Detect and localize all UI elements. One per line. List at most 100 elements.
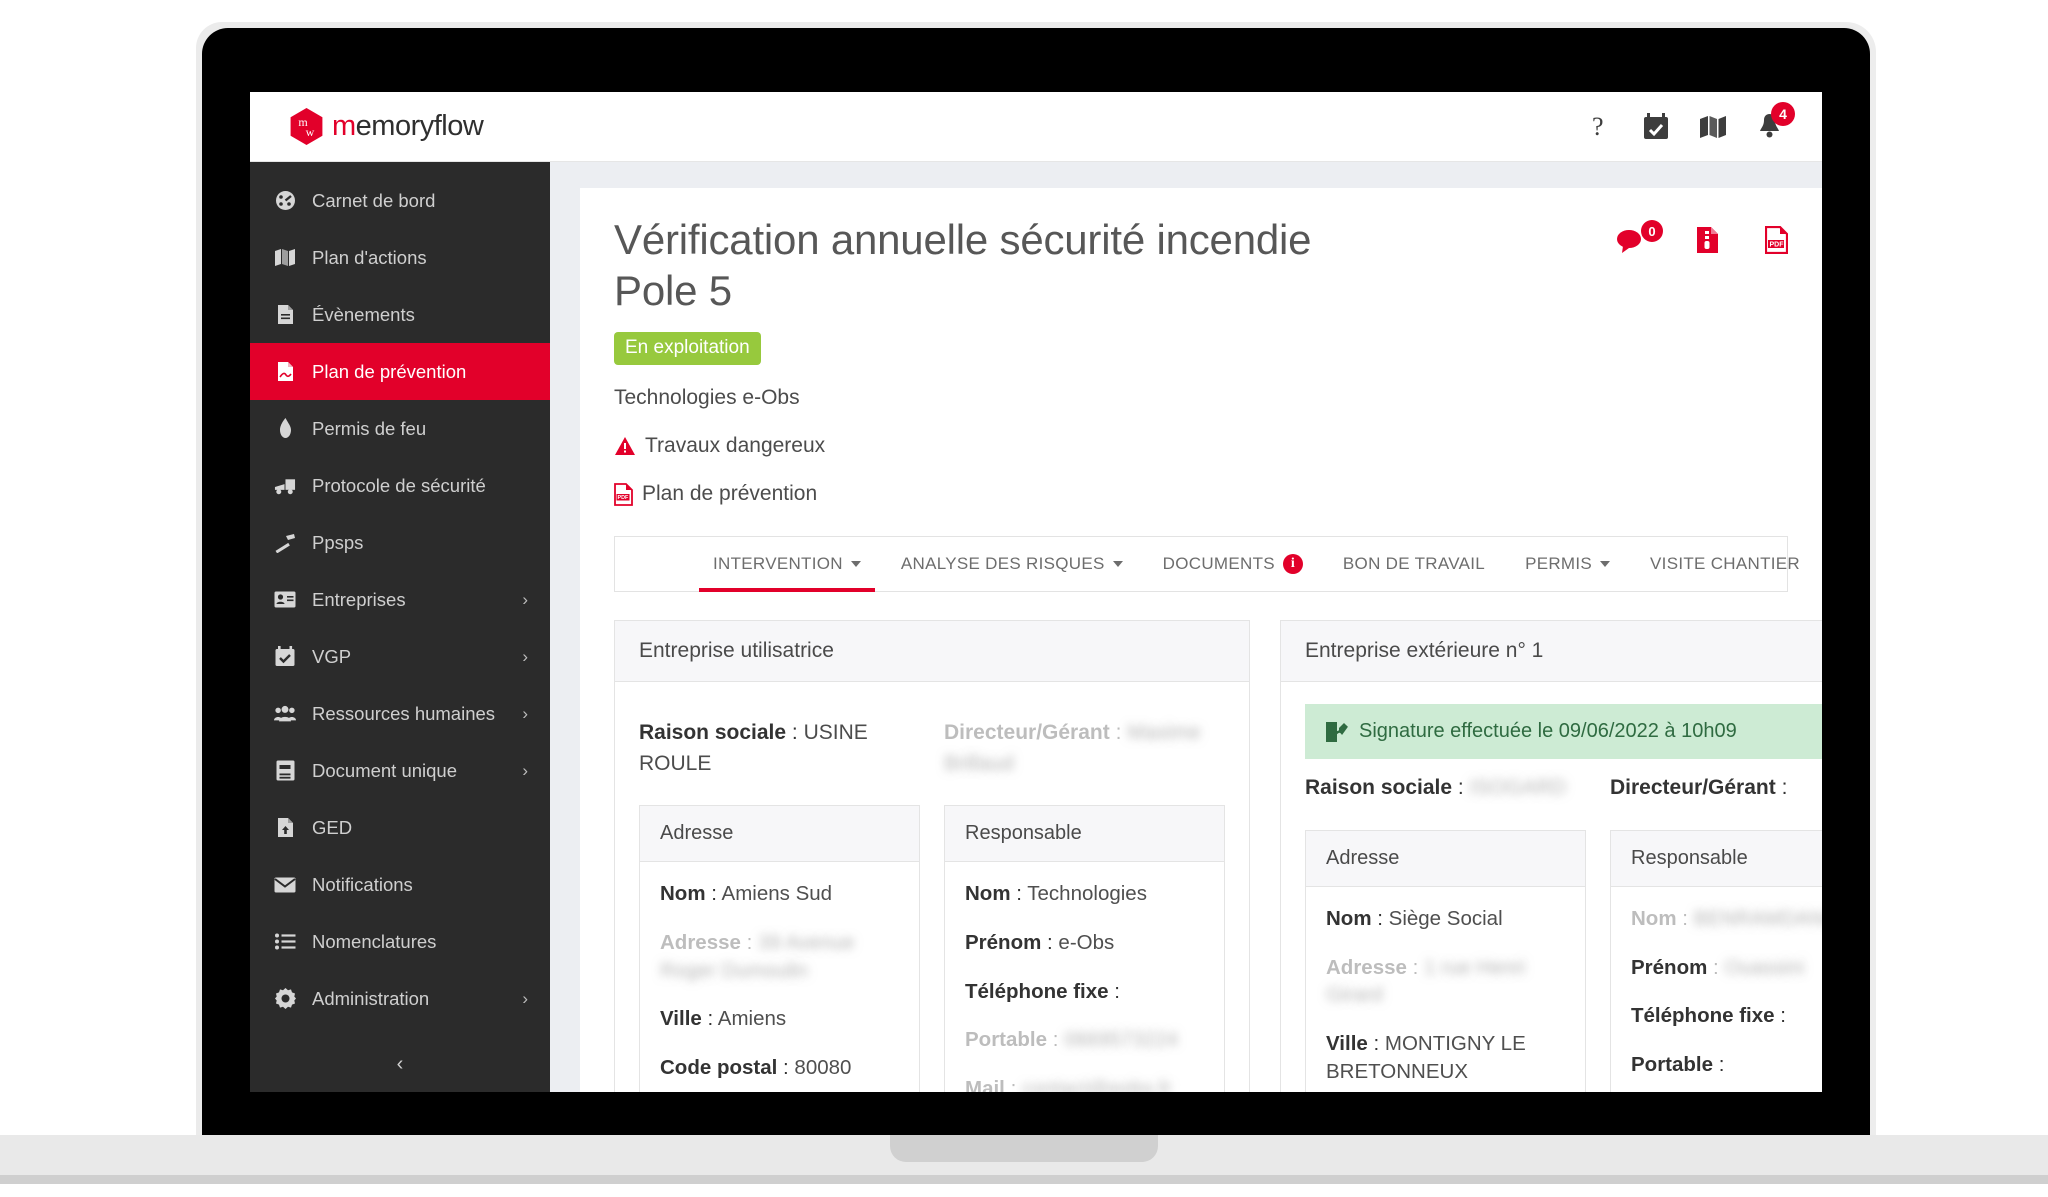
panel-entreprise-exterieure: Entreprise extérieure n° 1 Signature eff… xyxy=(1280,620,1822,1092)
sidebar-item-ppsps[interactable]: Ppsps xyxy=(250,514,550,571)
laptop-base-shadow xyxy=(0,1175,2048,1184)
field-portable: Portable : xyxy=(1631,1052,1725,1076)
sidebar-item-label: Plan de prévention xyxy=(312,360,467,382)
sidebar-item-label: Évènements xyxy=(312,303,415,325)
raison-sociale-label: Raison sociale xyxy=(1305,776,1453,800)
map-icon[interactable] xyxy=(1699,115,1727,139)
calendar-check-icon[interactable] xyxy=(1643,113,1669,140)
svg-text:PDF: PDF xyxy=(618,495,629,501)
tab-bon-de-travail[interactable]: BON DE TRAVAIL xyxy=(1323,537,1505,591)
field-portable: Portable : 0669573224 xyxy=(965,1028,1179,1052)
bell-icon[interactable]: 4 xyxy=(1757,102,1795,140)
field-telephone-fixe: Téléphone fixe : xyxy=(1631,1004,1786,1028)
field-mail: Mail : contact@eobs.fr xyxy=(965,1075,1204,1092)
tab-visite-chantier[interactable]: VISITE CHANTIER xyxy=(1630,537,1820,591)
svg-text:PDF: PDF xyxy=(1770,242,1785,249)
bell-badge: 4 xyxy=(1771,102,1795,126)
field-label: Mail xyxy=(965,1077,1005,1092)
subcard-body: Nom : Siège Social Adresse : 1 rue Henri… xyxy=(1306,887,1585,1092)
field-label: Nom xyxy=(1631,906,1677,930)
panel-summary-row: Raison sociale : USINE ROULE Directeur/G… xyxy=(639,718,1225,779)
help-icon[interactable]: ? xyxy=(1591,113,1613,141)
file-pdf-icon[interactable]: PDF xyxy=(1765,226,1788,254)
field-label: Code postal xyxy=(660,1056,778,1080)
company-name: Technologies e-Obs xyxy=(614,386,800,410)
sidebar-item-permis-de-feu[interactable]: Permis de feu xyxy=(250,400,550,457)
subcards-row: Adresse Nom : Amiens Sud Adresse : 39 Av… xyxy=(639,805,1225,1092)
file-archive-icon[interactable] xyxy=(1696,226,1719,254)
field-value: Ouassini xyxy=(1724,955,1805,979)
chevron-right-icon: › xyxy=(522,760,528,780)
sidebar-item-label: Ppsps xyxy=(312,531,364,553)
sidebar-item-carnet-de-bord[interactable]: Carnet de bord xyxy=(250,172,550,229)
subcard-heading: Responsable xyxy=(945,806,1224,863)
tab-intervention[interactable]: INTERVENTION xyxy=(693,537,881,593)
main-content: Vérification annuelle sécurité incendie … xyxy=(550,162,1822,1092)
subcard-heading: Adresse xyxy=(640,806,919,863)
tab-analyse-des-risques[interactable]: ANALYSE DES RISQUES xyxy=(881,537,1143,591)
field-ville: Ville : Amiens xyxy=(660,1007,787,1031)
field-label: Ville xyxy=(1326,1031,1368,1055)
brand-name-rest: emoryflow xyxy=(355,110,484,142)
sidebar-item-label: GED xyxy=(312,816,353,838)
field-nom: Nom : Amiens Sud xyxy=(660,882,833,906)
warning-triangle-icon xyxy=(614,436,636,456)
book-icon xyxy=(274,760,296,782)
sidebar-item-label: Carnet de bord xyxy=(312,189,436,211)
sidebar-item-entreprises[interactable]: Entreprises › xyxy=(250,571,550,628)
sidebar-item-evenements[interactable]: Évènements xyxy=(250,286,550,343)
tab-documents[interactable]: DOCUMENTS i xyxy=(1143,537,1323,591)
brand-logo[interactable]: m w memoryflow xyxy=(288,108,484,145)
tab-label: PERMIS xyxy=(1525,554,1593,574)
directeur-gerant-label: Directeur/Gérant xyxy=(944,721,1110,745)
hazard-line: Travaux dangereux xyxy=(614,434,1788,458)
colon: : xyxy=(1109,721,1128,745)
field-value: Technologies xyxy=(1027,882,1147,906)
content-card: Vérification annuelle sécurité incendie … xyxy=(580,188,1822,1092)
sidebar-item-notifications[interactable]: Notifications xyxy=(250,856,550,913)
hammer-icon xyxy=(274,532,296,554)
header-icon-group: ? 4 xyxy=(1591,102,1795,141)
sidebar-item-vgp[interactable]: VGP › xyxy=(250,628,550,685)
field-value: e-Obs xyxy=(1058,931,1115,955)
hex-letter-w: w xyxy=(305,124,315,139)
signature-banner: Signature effectuée le 09/06/2022 à 10h0… xyxy=(1305,704,1822,760)
sidebar-item-protocole-de-securite[interactable]: Protocole de sécurité xyxy=(250,457,550,514)
sidebar-item-ged[interactable]: GED xyxy=(250,799,550,856)
field-value: contact@eobs.fr xyxy=(1021,1077,1172,1092)
subcard-heading: Responsable xyxy=(1611,830,1822,887)
sidebar-item-administration[interactable]: Administration › xyxy=(250,970,550,1027)
sidebar-item-plan-de-prevention[interactable]: Plan de prévention xyxy=(250,343,550,400)
field-adresse: Adresse : 39 Avenue Roger Dumoulin xyxy=(660,931,855,982)
comments-icon[interactable]: 0 xyxy=(1616,220,1663,253)
field-label: Téléphone fixe xyxy=(965,979,1109,1003)
app-screen: m w memoryflow ? 4 Carnet de bord Plan d… xyxy=(250,92,1822,1092)
panel-body: Raison sociale : USINE ROULE Directeur/G… xyxy=(615,682,1249,1092)
sidebar-item-ressources-humaines[interactable]: Ressources humaines › xyxy=(250,685,550,742)
info-badge-icon: i xyxy=(1282,554,1303,575)
sidebar-item-plan-dactions[interactable]: Plan d'actions xyxy=(250,229,550,286)
sidebar-item-document-unique[interactable]: Document unique › xyxy=(250,742,550,799)
sidebar-collapse-button[interactable]: ‹ xyxy=(250,1053,550,1090)
sidebar-item-nomenclatures[interactable]: Nomenclatures xyxy=(250,913,550,970)
status-badge: En exploitation xyxy=(614,332,761,366)
chevron-down-icon xyxy=(850,561,861,568)
field-adresse: Adresse : 1 rue Henri Girard xyxy=(1326,955,1526,1007)
subcard-adresse: Adresse Nom : Amiens Sud Adresse : 39 Av… xyxy=(639,805,920,1092)
tab-permis[interactable]: PERMIS xyxy=(1505,537,1630,591)
field-label: Prénom xyxy=(965,931,1042,955)
document-label: Plan de prévention xyxy=(642,482,818,506)
field-ville: Ville : MONTIGNY LE BRETONNEUX xyxy=(1326,1031,1526,1083)
page-action-icons: 0 PDF xyxy=(1616,214,1788,254)
field-label: Nom xyxy=(965,882,1011,906)
tab-label: BON DE TRAVAIL xyxy=(1342,554,1486,574)
chevron-down-icon xyxy=(1112,561,1123,568)
document-line: PDF Plan de prévention xyxy=(614,482,1788,506)
field-value: Amiens Sud xyxy=(721,882,833,906)
panel-summary-row: Raison sociale : ISOGARD Directeur/Géran… xyxy=(1305,773,1822,803)
tab-bar: INTERVENTION ANALYSE DES RISQUES DOCUMEN… xyxy=(614,536,1800,593)
chevron-right-icon: › xyxy=(522,703,528,723)
memoryflow-hex-icon: m w xyxy=(288,108,325,145)
field-telephone-fixe: Téléphone fixe : xyxy=(965,979,1120,1003)
list-icon xyxy=(274,931,296,953)
